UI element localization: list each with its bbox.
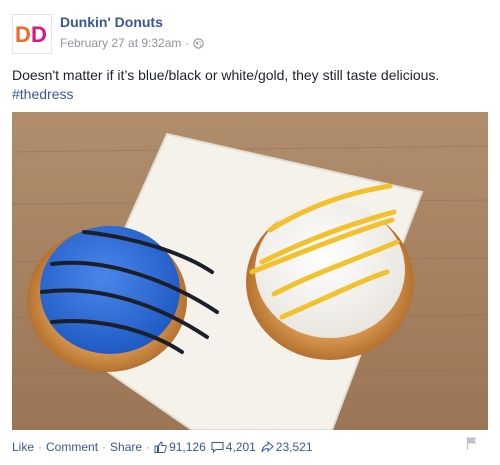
actions-separator: · <box>102 440 107 454</box>
post-timestamp[interactable]: February 27 at 9:32am <box>60 36 181 50</box>
dunkin-logo-icon: D D <box>15 22 47 47</box>
actions-separator: · <box>146 440 151 454</box>
page-name-link[interactable]: Dunkin' Donuts <box>60 14 163 30</box>
post-meta: February 27 at 9:32am · <box>60 36 205 50</box>
likes-count: 91,126 <box>169 440 206 454</box>
thumbs-up-icon <box>154 441 167 453</box>
shares-count: 23,521 <box>275 440 313 454</box>
likes-stat[interactable]: 91,126 <box>154 440 206 454</box>
svg-text:D: D <box>15 22 31 47</box>
comment-bubble-icon <box>211 442 224 453</box>
comments-count: 4,201 <box>225 440 256 454</box>
report-flag-icon[interactable] <box>466 436 478 450</box>
post-photo[interactable] <box>12 112 488 430</box>
like-link[interactable]: Like <box>12 440 34 454</box>
post-message: Doesn't matter if it’s blue/black or whi… <box>12 66 488 104</box>
page-avatar[interactable]: D D <box>12 14 52 54</box>
actions-separator: · <box>38 440 43 454</box>
donuts-photo <box>12 112 488 430</box>
shares-stat[interactable]: 23,521 <box>261 440 313 454</box>
globe-icon[interactable] <box>193 37 205 49</box>
comments-stat[interactable]: 4,201 <box>211 440 256 454</box>
share-link[interactable]: Share <box>110 440 142 454</box>
svg-text:D: D <box>31 22 47 47</box>
share-arrow-icon <box>261 441 274 453</box>
post-actions: Like · Comment · Share · 91,126 4,201 23… <box>12 440 318 454</box>
post-text: Doesn't matter if it’s blue/black or whi… <box>12 67 440 83</box>
facebook-post: D D Dunkin' Donuts February 27 at 9:32am… <box>0 0 500 465</box>
hashtag-link[interactable]: #thedress <box>12 85 488 104</box>
comment-link[interactable]: Comment <box>46 440 98 454</box>
meta-separator: · <box>185 36 190 50</box>
